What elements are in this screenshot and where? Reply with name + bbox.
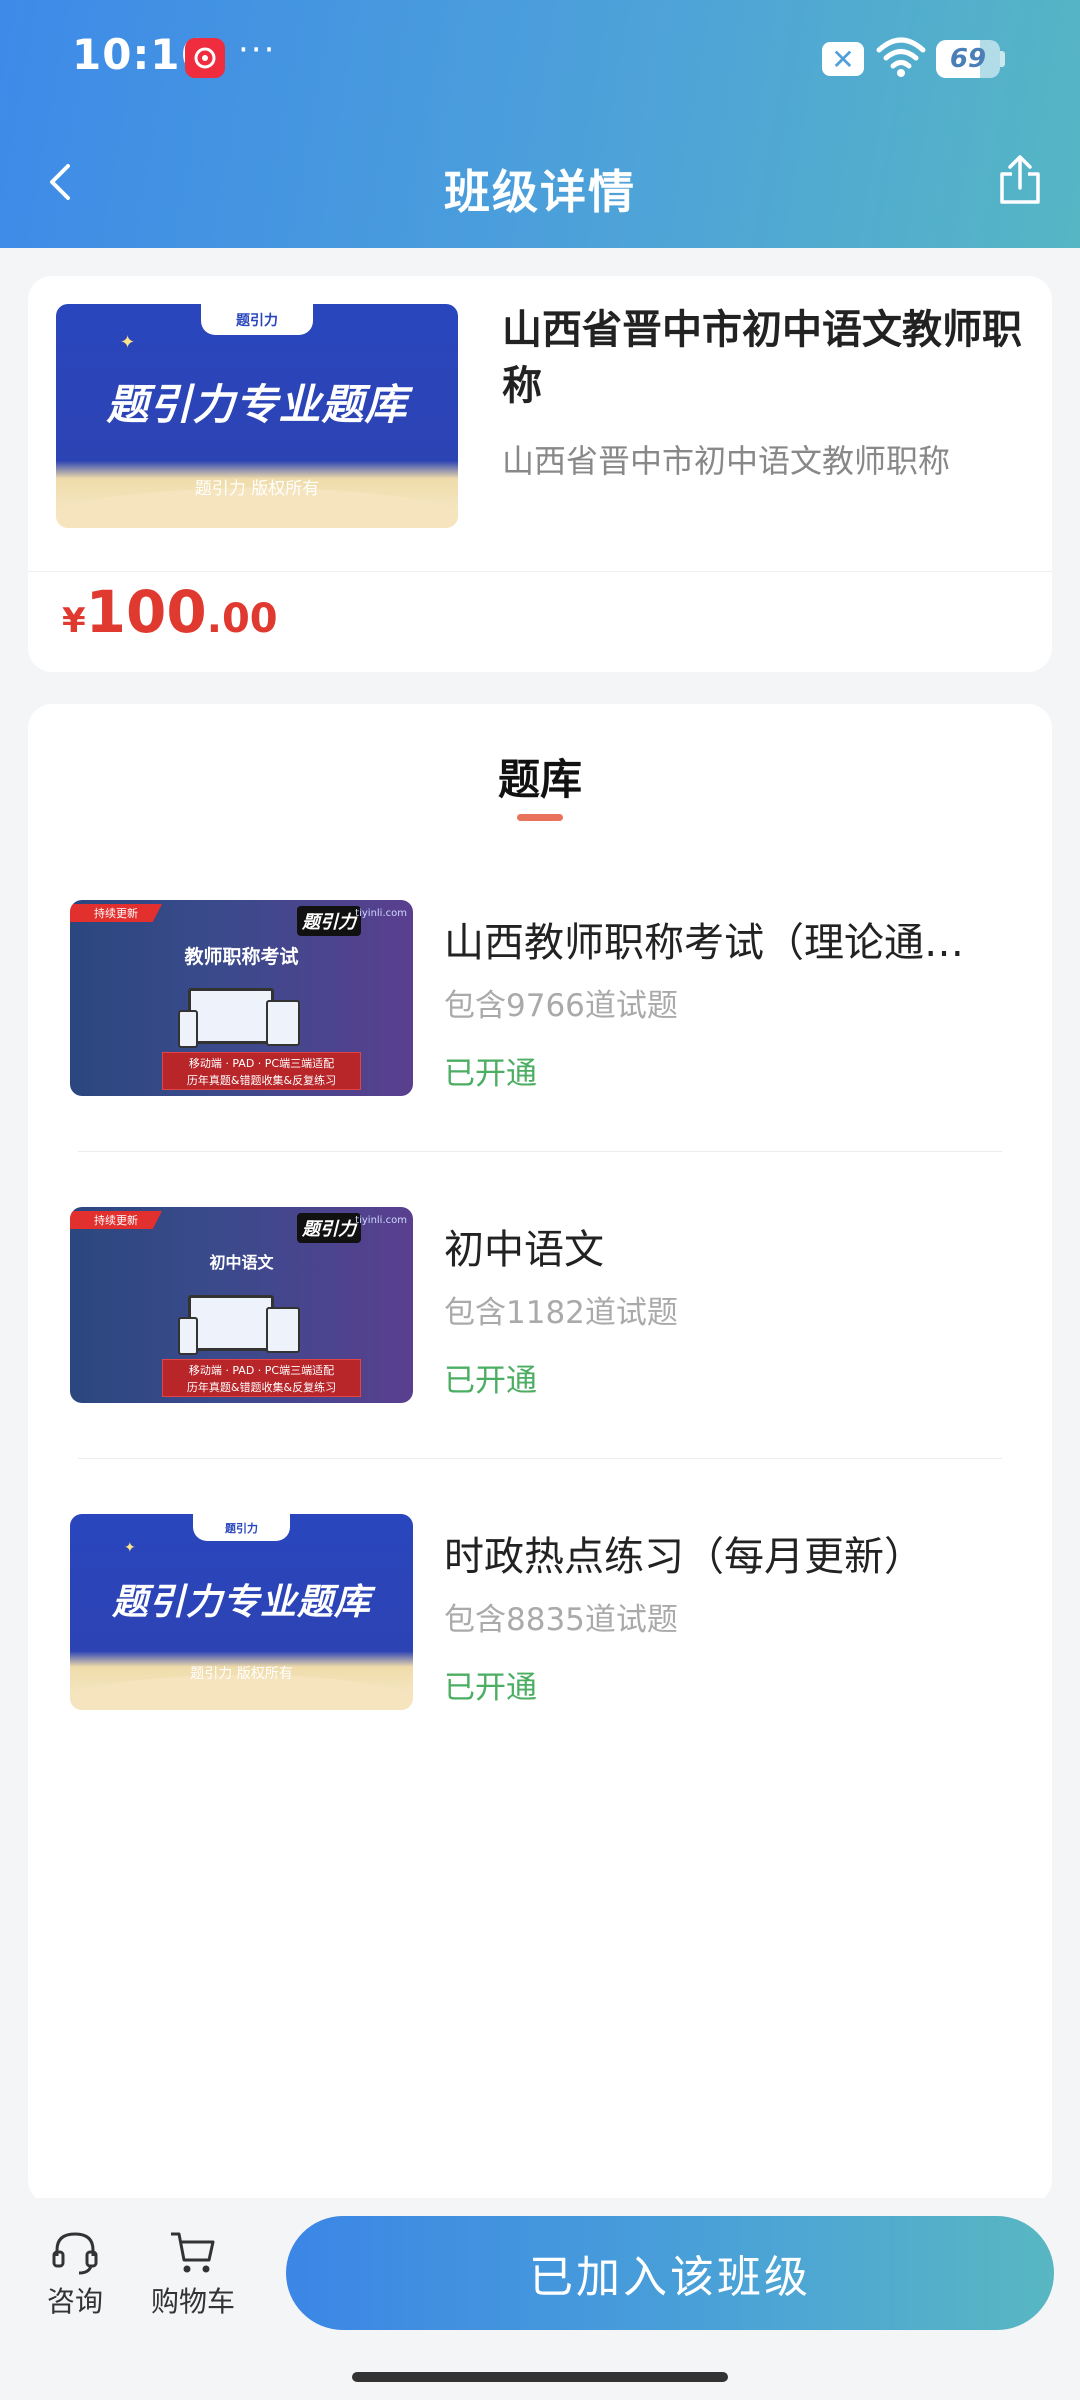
cover-banner-line: 历年真题&错题收集&反复练习 [186,1381,337,1394]
item-divider [78,1458,1002,1459]
consult-label: 咨询 [46,2285,103,2318]
share-icon[interactable] [996,154,1044,206]
cover-ribbon: 持续更新 [70,904,162,922]
course-price: ¥100.00 [62,578,278,646]
cover-tab-label: 题引力 [193,1514,290,1542]
cart-button[interactable]: 购物车 [148,2228,238,2320]
question-bank-item[interactable]: 题引力 ✦ 题引力专业题库 题引力 版权所有 时政热点练习（每月更新） 包含88… [70,1514,1010,1710]
bank-cover-image: 持续更新 题引力 tiyinli.com 教师职称考试 移动端 · PAD · … [70,900,413,1096]
bank-question-count: 包含9766道试题 [444,988,678,1024]
question-bank-item[interactable]: 持续更新 题引力 tiyinli.com 初中语文 移动端 · PAD · PC… [70,1207,1010,1403]
battery-tip [1000,51,1005,67]
bank-question-count: 包含8835道试题 [444,1602,678,1638]
card-divider [28,571,1052,572]
data-off-icon: ✕ [822,42,864,76]
bank-status: 已开通 [444,1670,537,1706]
bank-title: 时政热点练习（每月更新） [444,1534,924,1580]
joined-class-button[interactable]: 已加入该班级 [286,2216,1054,2330]
cover-url: tiyinli.com [355,1215,407,1226]
more-notifications-icon: ··· [238,30,277,70]
cover-banner-line: 历年真题&错题收集&反复练习 [186,1074,337,1087]
course-title: 山西省晋中市初中语文教师职称 [502,307,1022,409]
cart-label: 购物车 [150,2285,235,2318]
tab-question-bank[interactable]: 题库 [0,746,1080,807]
bank-status: 已开通 [444,1056,537,1092]
question-bank-item[interactable]: 持续更新 题引力 tiyinli.com 教师职称考试 移动端 · PAD · … [70,900,1010,1096]
cover-tab-label: 题引力 [200,304,314,336]
consult-button[interactable]: 咨询 [40,2228,110,2320]
headset-icon [52,2232,98,2275]
price-decimal: .00 [206,596,278,642]
battery-icon: 69 [936,40,1000,78]
page-title: 班级详情 [444,165,636,219]
netease-music-icon [185,38,225,78]
home-indicator[interactable] [352,2372,728,2382]
bank-title: 山西教师职称考试（理论通… [444,920,964,966]
cover-banner: 移动端 · PAD · PC端三端适配 历年真题&错题收集&反复练习 [162,1052,361,1090]
cover-url: tiyinli.com [355,908,407,919]
bank-title: 初中语文 [444,1227,604,1273]
price-integer: 100 [85,578,207,646]
price-currency: ¥ [62,601,86,641]
cover-logo: 题引力 [297,906,361,936]
bank-status: 已开通 [444,1363,537,1399]
cover-banner: 移动端 · PAD · PC端三端适配 历年真题&错题收集&反复练习 [162,1359,361,1397]
status-bar: 10:16 ··· ✕ 69 [0,0,1080,118]
bank-question-count: 包含1182道试题 [444,1295,678,1331]
cover-main-text: 题引力专业题库 [111,1581,371,1623]
cover-banner-line: 移动端 · PAD · PC端三端适配 [188,1364,335,1377]
cover-banner-line: 移动端 · PAD · PC端三端适配 [188,1057,335,1070]
item-divider [78,1151,1002,1152]
header-bar: 10:16 ··· ✕ 69 班级详情 [0,0,1080,248]
cover-sub-text: 题引力 版权所有 [190,1665,293,1682]
course-cover-image: 题引力 ✦ 题引力专业题库 题引力 版权所有 [56,304,458,528]
battery-level: 69 [949,44,987,74]
cover-sub-text: 题引力 版权所有 [194,479,320,500]
cover-ribbon: 持续更新 [70,1211,162,1229]
cover-title: 教师职称考试 [184,946,299,968]
bank-cover-image: 题引力 ✦ 题引力专业题库 题引力 版权所有 [70,1514,413,1710]
tab-active-indicator [517,814,563,821]
cover-logo: 题引力 [297,1213,361,1243]
wifi-icon [876,37,926,77]
cover-main-text: 题引力专业题库 [106,380,408,430]
cover-title: 初中语文 [209,1253,274,1272]
course-subtitle: 山西省晋中市初中语文教师职称 [502,442,951,480]
bank-cover-image: 持续更新 题引力 tiyinli.com 初中语文 移动端 · PAD · PC… [70,1207,413,1403]
shopping-cart-icon [171,2232,215,2273]
